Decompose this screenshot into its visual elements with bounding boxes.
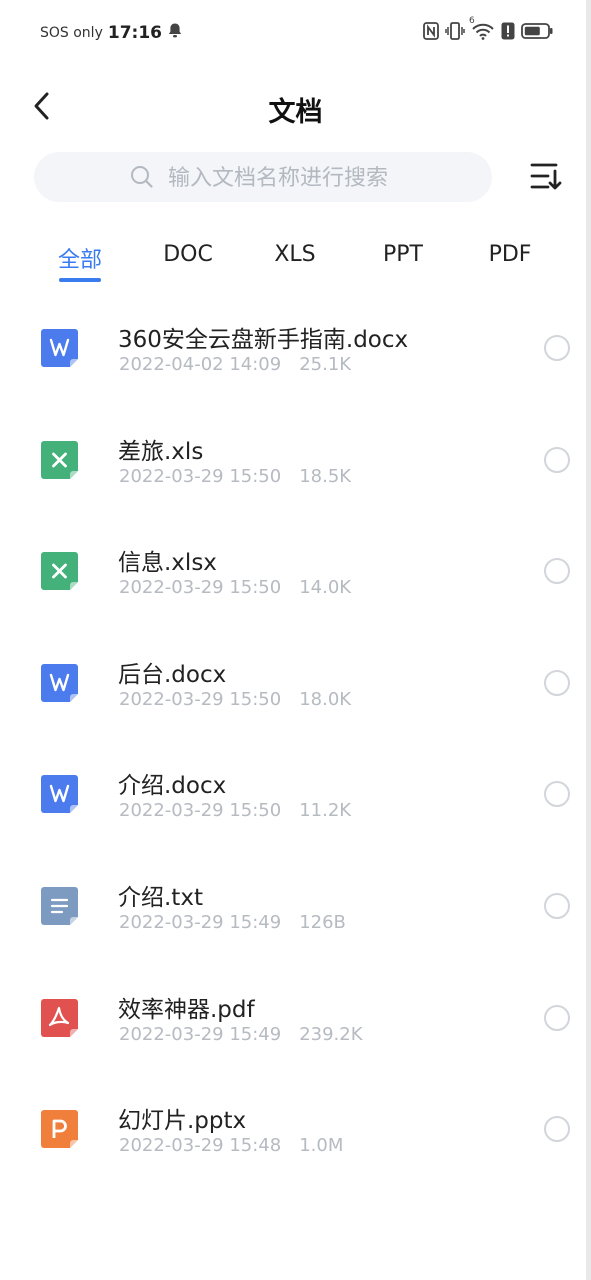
excel-file-icon [41, 440, 78, 479]
file-date: 2022-03-29 15:50 [119, 465, 282, 487]
vibrate-icon [445, 22, 465, 40]
file-date: 2022-03-29 15:48 [119, 1135, 282, 1157]
file-date: 2022-03-29 15:50 [119, 800, 282, 822]
file-row[interactable]: 信息.xlsx 2022-03-29 15:50 14.0K [0, 523, 591, 635]
file-row[interactable]: 介绍.docx 2022-03-29 15:50 11.2K [0, 746, 591, 858]
file-meta: 2022-03-29 15:50 18.0K [119, 689, 351, 710]
tab-xls[interactable]: XLS [274, 242, 315, 267]
select-radio[interactable] [544, 558, 570, 585]
select-radio[interactable] [544, 892, 570, 919]
sort-button[interactable] [528, 160, 564, 194]
file-date: 2022-04-02 14:09 [119, 354, 282, 375]
file-name: 信息.xlsx [118, 550, 217, 577]
search-input[interactable] [166, 152, 470, 204]
file-name: 介绍.txt [118, 884, 203, 911]
file-row[interactable]: 介绍.txt 2022-03-29 15:49 126B [0, 858, 591, 970]
file-date: 2022-03-29 15:50 [119, 577, 282, 599]
file-size: 126B [299, 911, 346, 933]
tab-indicator [59, 278, 101, 282]
text-file-icon [41, 886, 78, 925]
search-box[interactable] [34, 152, 492, 204]
ppt-file-icon [41, 1110, 78, 1149]
battery-icon [521, 22, 553, 40]
file-name: 360安全云盘新手指南.docx [118, 327, 409, 353]
clock: 17:16 [107, 22, 162, 43]
file-meta: 2022-03-29 15:49 126B [119, 912, 346, 933]
scroll-edge [586, 0, 591, 1280]
word-file-icon [41, 329, 78, 367]
file-size: 1.0M [299, 1135, 344, 1157]
nfc-icon [423, 22, 439, 40]
file-date: 2022-03-29 15:49 [119, 1023, 282, 1045]
page-title: 文档 [268, 97, 323, 128]
alert-icon [501, 22, 515, 40]
file-meta: 2022-03-29 15:49 239.2K [119, 1024, 363, 1045]
bell-icon [167, 22, 183, 43]
file-meta: 2022-03-29 15:48 1.0M [119, 1135, 343, 1156]
file-meta: 2022-04-02 14:09 25.1K [119, 354, 351, 375]
file-name: 幻灯片.pptx [118, 1108, 247, 1135]
file-date: 2022-03-29 15:49 [119, 911, 282, 933]
file-row[interactable]: 360安全云盘新手指南.docx 2022-04-02 14:09 25.1K [0, 300, 591, 412]
select-radio[interactable] [544, 335, 570, 361]
filter-tabs: 全部 DOC XLS PPT PDF [0, 242, 591, 286]
file-date: 2022-03-29 15:50 [119, 688, 282, 710]
file-row[interactable]: 后台.docx 2022-03-29 15:50 18.0K [0, 635, 591, 747]
tab-all[interactable]: 全部 [58, 242, 102, 274]
file-size: 14.0K [299, 577, 352, 599]
file-size: 18.5K [299, 465, 352, 487]
file-list: 360安全云盘新手指南.docx 2022-04-02 14:09 25.1K 差旅.… [0, 300, 591, 1193]
search-icon [130, 165, 154, 193]
excel-file-icon [41, 552, 78, 591]
tab-doc[interactable]: DOC [163, 242, 213, 267]
select-radio[interactable] [544, 1116, 570, 1143]
sos-text: SOS only [40, 24, 103, 41]
file-meta: 2022-03-29 15:50 14.0K [119, 577, 351, 598]
word-file-icon [41, 663, 78, 702]
file-name: 介绍.docx [118, 773, 227, 800]
wifi-icon: 6 [469, 16, 495, 40]
file-row[interactable]: 效率神器.pdf 2022-03-29 15:49 239.2K [0, 970, 591, 1082]
pdf-file-icon [41, 998, 78, 1037]
select-radio[interactable] [544, 669, 570, 696]
wifi-badge: 6 [469, 16, 475, 26]
status-bar: SOS only 17:16 6 [0, 0, 591, 66]
select-radio[interactable] [544, 781, 570, 808]
file-row[interactable]: 幻灯片.pptx 2022-03-29 15:48 1.0M [0, 1081, 591, 1193]
file-size: 18.0K [299, 688, 352, 710]
select-radio[interactable] [544, 1004, 570, 1031]
title-bar: 文档 [0, 84, 591, 132]
sort-icon [528, 163, 564, 198]
file-size: 239.2K [299, 1023, 363, 1045]
file-meta: 2022-03-29 15:50 18.5K [119, 466, 351, 487]
word-file-icon [41, 775, 78, 814]
tab-ppt[interactable]: PPT [383, 242, 423, 267]
file-name: 差旅.xls [118, 438, 204, 465]
file-name: 后台.docx [118, 661, 227, 688]
status-left: SOS only 17:16 [40, 22, 183, 43]
select-radio[interactable] [544, 446, 570, 473]
tab-pdf[interactable]: PDF [489, 242, 532, 267]
file-name: 效率神器.pdf [118, 996, 255, 1023]
file-row[interactable]: 差旅.xls 2022-03-29 15:50 18.5K [0, 412, 591, 524]
status-right: 6 [423, 16, 553, 40]
file-meta: 2022-03-29 15:50 11.2K [119, 800, 351, 821]
file-size: 25.1K [299, 354, 352, 375]
file-size: 11.2K [299, 800, 352, 822]
